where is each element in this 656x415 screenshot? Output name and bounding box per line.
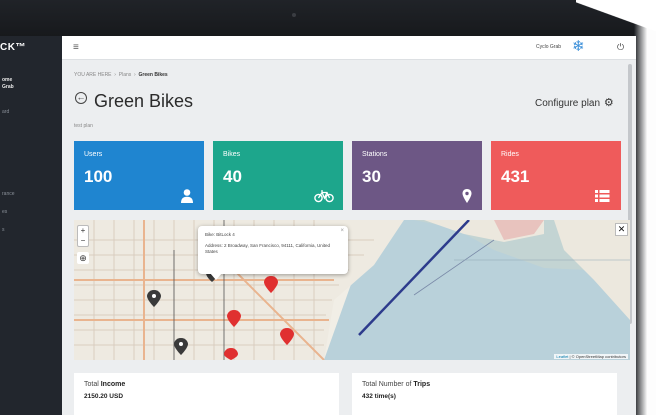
map-pin-icon <box>462 189 472 203</box>
sidebar-item-users[interactable]: s <box>2 227 5 233</box>
stat-value: 431 <box>501 167 530 186</box>
stat-label: Rides <box>501 151 519 158</box>
map-tiles <box>74 220 630 360</box>
power-icon[interactable]: ⏻ <box>617 42 624 53</box>
sidebar: CK™ ome Grab ard rance es s <box>0 36 62 415</box>
panel-value: 2150.20 USD <box>84 393 124 400</box>
sidebar-user: ome Grab <box>2 77 14 91</box>
bicycle-icon <box>314 190 334 203</box>
stat-card-users[interactable]: Users 100 <box>74 141 204 210</box>
popup-title: Bike: BitLock 4 <box>205 232 235 237</box>
stat-value: 30 <box>362 167 381 186</box>
panel-label: Total Income <box>84 381 125 388</box>
stat-label: Bikes <box>223 151 241 158</box>
popup-address: Address: 2 Broadway, San Francisco, 9411… <box>205 243 331 254</box>
stat-label: Stations <box>362 151 388 158</box>
sidebar-user-greeting: ome <box>2 77 13 83</box>
popup-close-icon[interactable]: × <box>340 228 344 234</box>
close-icon[interactable]: ✕ <box>615 223 628 236</box>
stat-card-rides[interactable]: Rides 431 <box>491 141 621 210</box>
hamburger-icon[interactable]: ≡ <box>73 42 79 53</box>
stat-value: 100 <box>84 167 113 186</box>
list-icon <box>595 190 610 202</box>
attribution-text: | © OpenStreetMap contributors <box>568 354 626 359</box>
map-attribution: Leaflet | © OpenStreetMap contributors <box>554 354 628 359</box>
screen: CK™ ome Grab ard rance es s ≡ Cyclo Grab… <box>0 36 636 415</box>
breadcrumb-plans[interactable]: Plans <box>119 72 132 78</box>
breadcrumb-separator: › <box>114 72 116 78</box>
back-arrow-icon[interactable]: ← <box>75 92 87 104</box>
map-popup: × Bike: BitLock 4 Address: 2 Broadway, S… <box>198 226 348 274</box>
panel-label-prefix: Total <box>84 381 101 388</box>
breadcrumb-current: Green Bikes <box>138 72 168 78</box>
configure-plan-label: Configure plan <box>535 98 601 109</box>
popup-tip <box>210 273 222 280</box>
panel-label-prefix: Total Number of <box>362 381 414 388</box>
stat-card-stations[interactable]: Stations 30 <box>352 141 482 210</box>
background-corner <box>576 0 656 40</box>
sidebar-item-insurance[interactable]: rance <box>2 191 15 197</box>
sidebar-item-rides[interactable]: es <box>2 209 7 215</box>
brand-logo: CK™ <box>0 42 26 53</box>
breadcrumb-separator: › <box>134 72 136 78</box>
stat-label: Users <box>84 151 103 158</box>
panel-label-bold: Income <box>100 381 126 388</box>
total-income-panel: Total Income 2150.20 USD <box>74 373 339 415</box>
locate-icon[interactable]: ⊕ <box>77 252 89 264</box>
total-trips-panel: Total Number of Trips 432 time(s) <box>352 373 617 415</box>
breadcrumb-prefix: YOU ARE HERE <box>74 72 112 78</box>
sidebar-user-name: Grab <box>2 84 14 90</box>
panel-value: 432 time(s) <box>362 393 396 400</box>
map[interactable]: + − ⊕ ✕ × Bike: BitLock 4 Address: 2 Bro… <box>74 220 630 360</box>
zoom-in-button[interactable]: + <box>78 226 88 236</box>
header-username[interactable]: Cyclo Grab <box>536 44 561 50</box>
bezel-top <box>0 0 656 36</box>
user-icon <box>181 189 193 203</box>
configure-plan-button[interactable]: Configure plan ⚙ <box>535 96 614 109</box>
bezel-right-edge <box>634 0 656 415</box>
stat-value: 40 <box>223 167 242 186</box>
sidebar-item-dashboard[interactable]: ard <box>2 109 9 115</box>
panel-label: Total Number of Trips <box>362 381 430 388</box>
snowflake-logo-icon: ❄ <box>572 38 585 55</box>
zoom-control: + − <box>77 225 89 247</box>
breadcrumb: YOU ARE HERE › Plans › Green Bikes <box>74 72 168 78</box>
camera <box>292 13 296 17</box>
gear-icon: ⚙ <box>603 97 614 109</box>
zoom-out-button[interactable]: − <box>78 236 88 246</box>
leaflet-link[interactable]: Leaflet <box>556 354 568 359</box>
panel-label-bold: Trips <box>413 381 431 388</box>
stat-card-bikes[interactable]: Bikes 40 <box>213 141 343 210</box>
main-content: YOU ARE HERE › Plans › Green Bikes ← Gre… <box>62 60 636 415</box>
page-title: Green Bikes <box>94 91 194 111</box>
top-header: ≡ Cyclo Grab ❄ ⏻ <box>62 36 636 60</box>
page-subtitle: test plan <box>74 123 93 129</box>
